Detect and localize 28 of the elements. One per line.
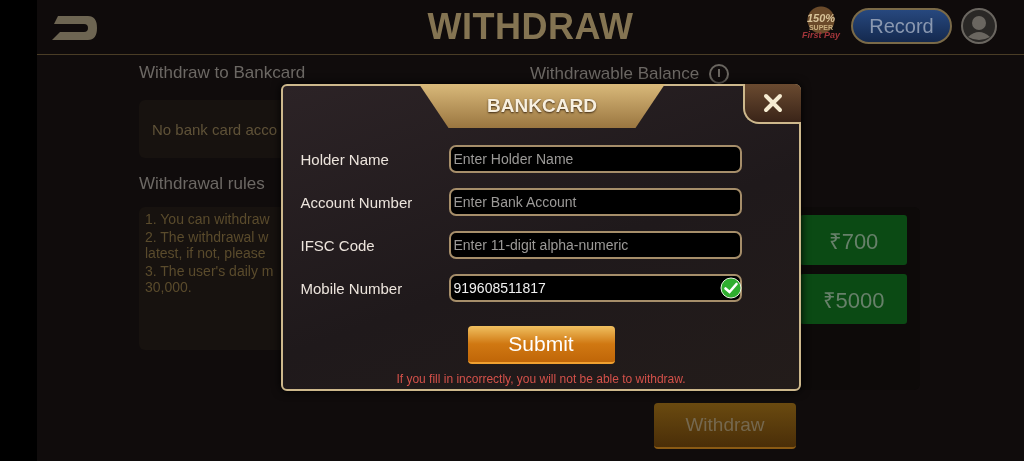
section-label: Withdrawal rules	[139, 175, 266, 193]
record-button[interactable]: Record	[851, 8, 952, 44]
bankcard-notice: No bank card acco	[152, 120, 278, 138]
avatar-icon[interactable]	[960, 7, 998, 45]
section-label: Withdrawable Balance	[530, 65, 700, 83]
rule-text: 2. The withdrawal w latest, if not, please	[145, 229, 269, 261]
field-label: Account Number	[300, 193, 414, 211]
warning-text: If you fill in incorrectly, you will not be able to withdraw.	[396, 372, 686, 386]
input-field[interactable]: Enter 11-digit alpha-numeric	[448, 231, 742, 259]
input-field[interactable]: Enter Bank Account	[448, 188, 742, 216]
info-icon[interactable]	[709, 64, 730, 84]
field-label: Holder Name	[300, 150, 390, 168]
field-label: IFSC Code	[300, 236, 376, 254]
close-button[interactable]	[743, 84, 801, 124]
rule-text: 1. You can withdraw	[145, 211, 270, 227]
field-label: Mobile Number	[300, 279, 404, 297]
close-icon	[763, 93, 783, 113]
amount-button[interactable]: ₹700	[800, 215, 907, 265]
back-logo-icon[interactable]	[50, 14, 98, 42]
amount-button[interactable]: ₹5000	[800, 274, 907, 324]
input-field[interactable]: 919608511817	[448, 274, 742, 302]
dialog-title: BANKCARD	[419, 84, 665, 128]
withdraw-button[interactable]: Withdraw	[654, 403, 796, 449]
page-title: WITHDRAW	[427, 6, 634, 48]
submit-button[interactable]: Submit	[467, 326, 615, 364]
input-field[interactable]: Enter Holder Name	[448, 145, 742, 173]
section-label: Withdraw to Bankcard	[139, 64, 307, 82]
rule-text: 3. The user's daily m 30,000.	[145, 263, 274, 295]
